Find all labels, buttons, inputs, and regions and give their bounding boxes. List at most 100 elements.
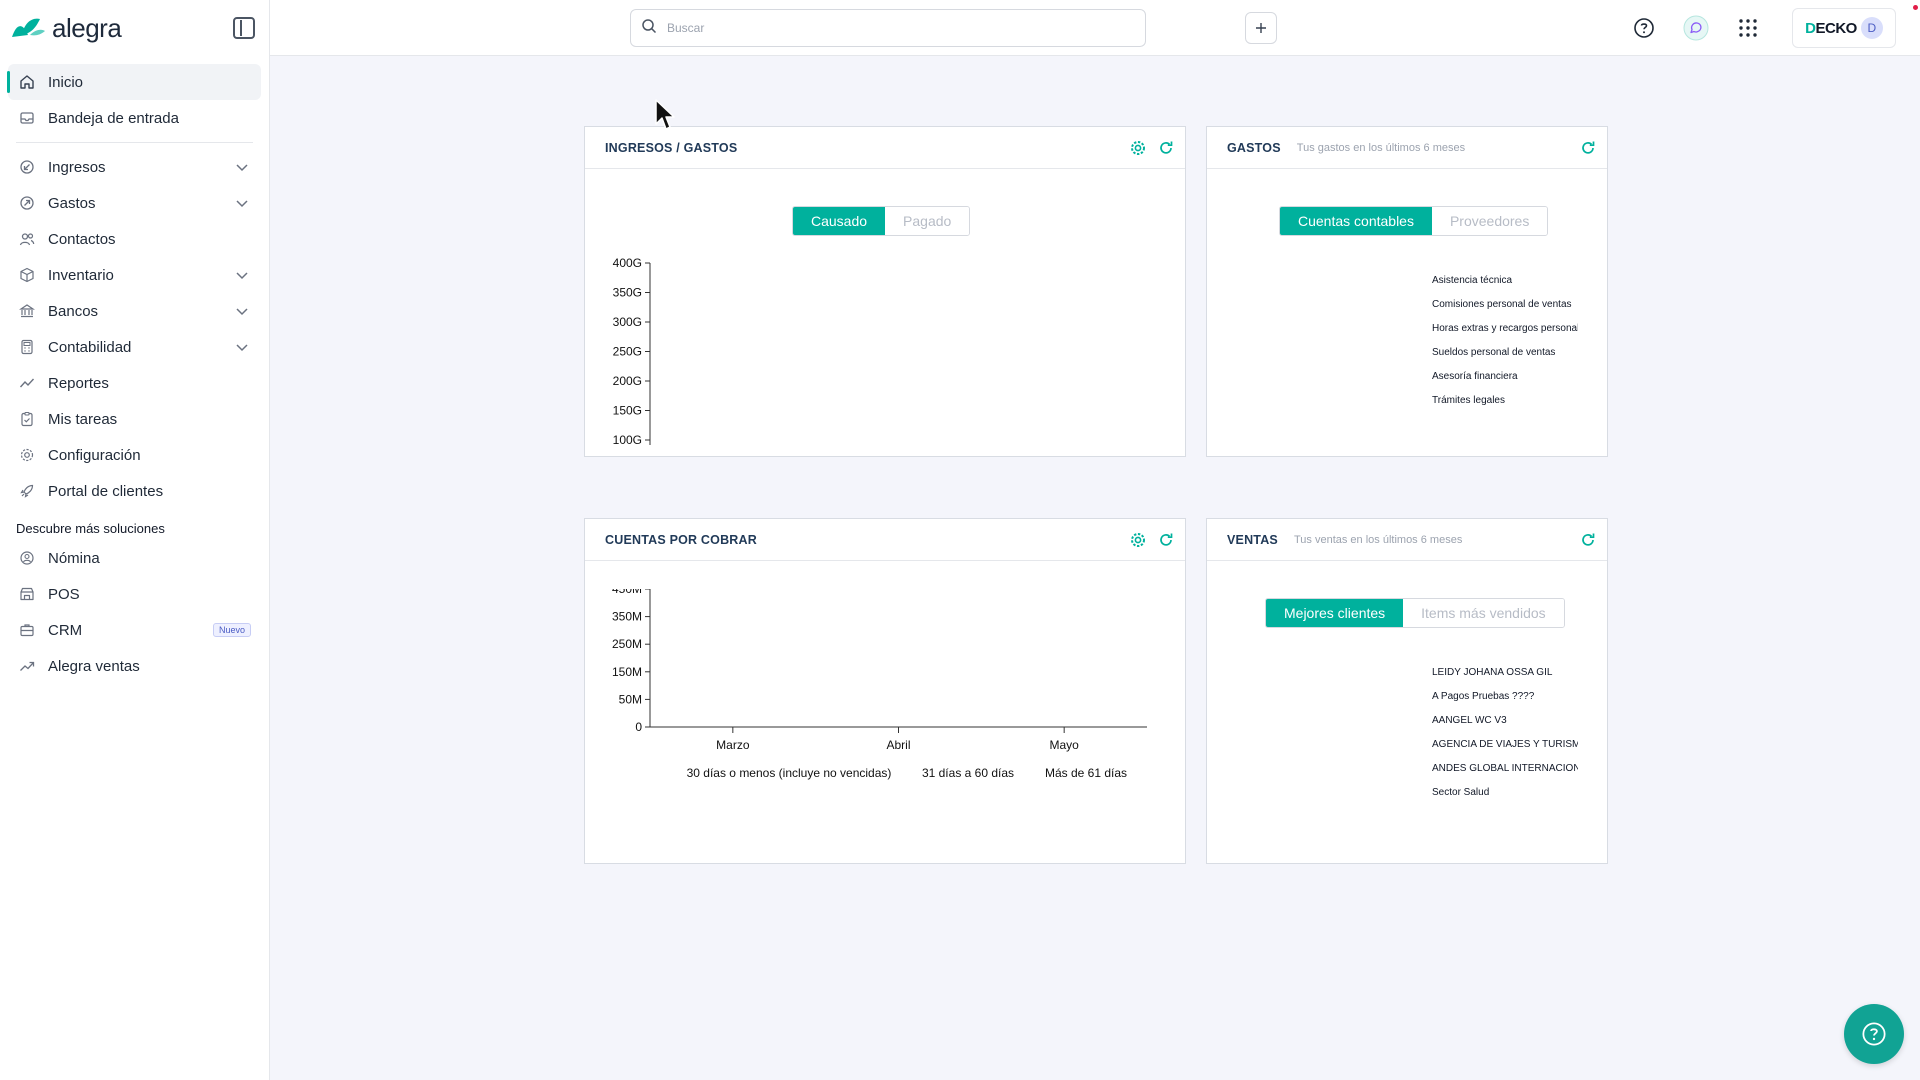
sidebar-item-gastos[interactable]: Gastos <box>8 185 261 221</box>
new-badge: Nuevo <box>212 623 251 637</box>
sidebar-item-contactos[interactable]: Contactos <box>8 221 261 257</box>
refresh-icon[interactable] <box>1579 531 1597 549</box>
gear-icon <box>18 446 36 464</box>
alegra-logo[interactable]: alegra <box>10 13 122 44</box>
sidebar-item-label: Portal de clientes <box>48 482 164 500</box>
alegra-leaf-icon <box>12 18 45 37</box>
sidebar-item-label: Inventario <box>48 266 114 284</box>
settings-gear-icon[interactable] <box>1129 139 1147 157</box>
sidebar-item-label: Bancos <box>48 302 99 320</box>
sidebar-item-portal[interactable]: Portal de clientes <box>8 473 261 509</box>
settings-gear-icon[interactable] <box>1129 531 1147 549</box>
card-ventas: VENTAS Tus ventas en los últimos 6 meses… <box>1206 518 1608 864</box>
y-tick-label: 150M <box>612 665 642 679</box>
apps-button[interactable] <box>1734 14 1762 42</box>
legend-item: Trámites legales <box>1432 395 1505 406</box>
chevron-down-icon[interactable] <box>233 158 251 176</box>
mouse-cursor-icon <box>655 99 675 130</box>
search-input[interactable] <box>667 21 1127 35</box>
search-box[interactable] <box>630 9 1146 47</box>
inbox-icon <box>18 109 36 127</box>
quick-add-button[interactable] <box>1245 12 1277 44</box>
logo-row: alegra <box>0 0 269 56</box>
toggle-pagado[interactable]: Pagado <box>885 207 970 235</box>
sidebar-item-bancos[interactable]: Bancos <box>8 293 261 329</box>
legend-item: Asesoría financiera <box>1432 371 1518 382</box>
sidebar-collapse-icon[interactable] <box>233 17 255 39</box>
question-circle-icon <box>1862 1022 1886 1046</box>
ingresos-gastos-chart: 050G100G150G200G250G300G350G400GDiciembr… <box>613 256 651 445</box>
company-switcher[interactable]: DECKO D <box>1792 8 1896 48</box>
sidebar-divider <box>16 142 253 143</box>
refresh-icon[interactable] <box>1157 139 1175 157</box>
sidebar-item-tareas[interactable]: Mis tareas <box>8 401 261 437</box>
card-subtitle: Tus gastos en los últimos 6 meses <box>1296 141 1466 154</box>
expense-icon <box>18 194 36 212</box>
sidebar-item-inventario[interactable]: Inventario <box>8 257 261 293</box>
card-header: GASTOS Tus gastos en los últimos 6 meses <box>1207 127 1607 169</box>
income-icon <box>18 158 36 176</box>
legend-item: LEIDY JOHANA OSSA GIL <box>1432 667 1553 678</box>
rocket-icon <box>18 482 36 500</box>
sidebar-item-label: Gastos <box>48 194 96 212</box>
x-tick-label: Mayo <box>1049 738 1079 752</box>
toggle-proveedores[interactable]: Proveedores <box>1431 207 1548 235</box>
chevron-down-icon[interactable] <box>233 302 251 320</box>
y-tick-label: 150G <box>613 404 642 418</box>
ingresos-toggle: Causado Pagado <box>792 206 971 236</box>
sidebar-item-label: Contabilidad <box>48 338 132 356</box>
sidebar-item-bandeja[interactable]: Bandeja de entrada <box>8 100 261 136</box>
solutions-section-title: Descubre más soluciones <box>16 521 165 536</box>
sidebar-item-ingresos[interactable]: Ingresos <box>8 149 261 185</box>
card-header: INGRESOS / GASTOS <box>585 127 1185 169</box>
legend-item: AGENCIA DE VIAJES Y TURISMO <box>1432 739 1578 750</box>
sidebar-item-pos[interactable]: POS <box>8 576 261 612</box>
y-tick-label: 250G <box>613 345 642 359</box>
sidebar-item-contabilidad[interactable]: Contabilidad <box>8 329 261 365</box>
chevron-down-icon[interactable] <box>233 194 251 212</box>
card-gastos: GASTOS Tus gastos en los últimos 6 meses… <box>1206 126 1608 457</box>
bank-icon <box>18 302 36 320</box>
sidebar-item-crm[interactable]: CRM Nuevo <box>8 612 261 648</box>
sidebar-item-inicio[interactable]: Inicio <box>7 64 261 100</box>
sidebar-item-nomina[interactable]: Nómina <box>8 540 261 576</box>
card-ingresos-gastos: INGRESOS / GASTOS Causado Pagado 050G100… <box>584 126 1186 457</box>
card-actions <box>1129 139 1175 157</box>
sidebar-item-alegra-ventas[interactable]: Alegra ventas <box>8 648 261 684</box>
refresh-icon[interactable] <box>1579 139 1597 157</box>
toggle-items-mas-vendidos[interactable]: Items más vendidos <box>1403 599 1564 627</box>
briefcase-icon <box>18 621 36 639</box>
sidebar-item-configuracion[interactable]: Configuración <box>8 437 261 473</box>
chat-bubble-icon <box>1683 15 1709 41</box>
toggle-causado[interactable]: Causado <box>793 207 886 235</box>
toggle-cuentas-contables[interactable]: Cuentas contables <box>1280 207 1432 235</box>
help-button[interactable] <box>1630 14 1658 42</box>
toggle-mejores-clientes[interactable]: Mejores clientes <box>1266 599 1404 627</box>
notification-dot <box>1913 5 1918 10</box>
avatar: D <box>1860 17 1883 39</box>
y-tick-label: 450M <box>612 589 642 596</box>
legend-item: Asistencia técnica <box>1432 275 1513 286</box>
x-tick-label: Abril <box>886 738 910 752</box>
card-subtitle: Tus ventas en los últimos 6 meses <box>1293 533 1463 546</box>
legend-item: ANDES GLOBAL INTERNACIONAL <box>1432 763 1578 774</box>
sidebar: alegra Inicio Bandeja de entrada Ingreso… <box>0 0 270 1080</box>
chevron-down-icon[interactable] <box>233 266 251 284</box>
chat-button[interactable] <box>1682 14 1710 42</box>
sidebar-item-label: Configuración <box>48 446 141 464</box>
legend-item: Sector Salud <box>1432 787 1490 798</box>
sidebar-item-reportes[interactable]: Reportes <box>8 365 261 401</box>
x-tick-label: Marzo <box>716 738 750 752</box>
refresh-icon[interactable] <box>1157 531 1175 549</box>
card-header: VENTAS Tus ventas en los últimos 6 meses <box>1207 519 1607 561</box>
card-actions <box>1579 139 1597 157</box>
gastos-legend: Asistencia técnica Comisiones personal d… <box>1432 275 1578 419</box>
apps-grid-icon <box>1739 19 1757 37</box>
y-tick-label: 250M <box>612 637 642 651</box>
chevron-down-icon[interactable] <box>233 338 251 356</box>
card-cuentas-por-cobrar: CUENTAS POR COBRAR 0 50M 150M 250M 350M 450M M… <box>584 518 1186 864</box>
sidebar-item-label: Ingresos <box>48 158 106 176</box>
y-tick-label: 350G <box>613 286 642 300</box>
ventas-legend: LEIDY JOHANA OSSA GIL A Pagos Pruebas ??… <box>1432 667 1578 811</box>
help-chat-button[interactable] <box>1844 1004 1904 1064</box>
